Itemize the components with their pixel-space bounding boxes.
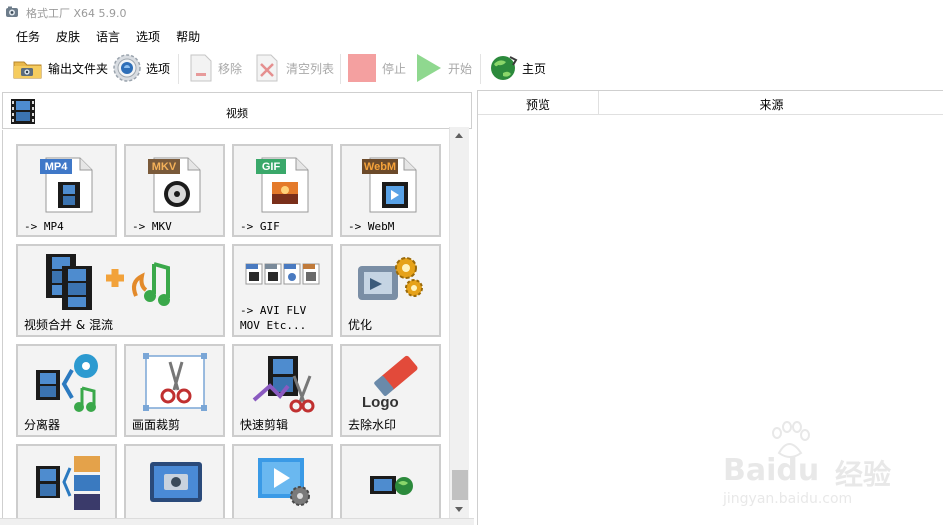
toolbar-divider <box>340 54 341 84</box>
scroll-up-arrow-icon[interactable] <box>455 133 463 138</box>
format-factory-window: 格式工厂 X64 5.9.0 任务 皮肤 语言 选项 帮助 输出文件夹 选项 移… <box>0 0 943 525</box>
scrollbar-thumb[interactable] <box>452 470 468 500</box>
tile-remove-watermark[interactable]: Logo 去除水印 <box>340 344 441 437</box>
splitter-icon <box>36 354 98 412</box>
tile-crop[interactable]: 画面裁剪 <box>124 344 225 437</box>
tile-quick-cut[interactable]: 快速剪辑 <box>232 344 333 437</box>
options-button[interactable]: 选项 <box>112 52 170 84</box>
home-label: 主页 <box>522 61 547 76</box>
app-icon <box>6 6 18 17</box>
tile-label: -> MP4 <box>24 220 64 233</box>
menu-task[interactable]: 任务 <box>0 26 48 46</box>
column-header-preview[interactable]: 预览 <box>478 96 598 113</box>
gear-icon <box>113 54 141 82</box>
remove-label: 移除 <box>218 61 243 76</box>
output-folder-label: 输出文件夹 <box>48 61 109 76</box>
column-header-source[interactable]: 来源 <box>599 96 943 113</box>
menu-skin[interactable]: 皮肤 <box>48 26 88 46</box>
stop-label: 停止 <box>382 61 407 76</box>
tile-label: 画面裁剪 <box>132 418 181 432</box>
toolbar: 输出文件夹 选项 移除 清空列表 停止 开始 主页 <box>0 48 943 88</box>
tile-video-download[interactable] <box>340 444 441 525</box>
options-label: 选项 <box>146 61 171 76</box>
tile-to-gif[interactable]: GIF -> GIF <box>232 144 333 237</box>
clear-list-button[interactable]: 清空列表 <box>254 52 334 84</box>
tool-grid: MP4 -> MP4 MKV -> MKV GIF -> GIF WebM ->… <box>2 130 472 525</box>
menu-bar: 任务 皮肤 语言 选项 帮助 <box>0 26 208 46</box>
tile-to-mkv[interactable]: MKV -> MKV <box>124 144 225 237</box>
category-video-header[interactable]: 视频 <box>2 92 472 129</box>
tile-to-avi-flv-mov[interactable]: -> AVI FLV MOV Etc... <box>232 244 333 337</box>
next-category-strip[interactable] <box>0 518 474 525</box>
webm-file-icon: WebM <box>362 157 417 213</box>
tile-screen-record[interactable] <box>124 444 225 525</box>
tile-label: 去除水印 <box>348 418 397 432</box>
tile-label-line2: MOV Etc... <box>240 319 307 332</box>
clear-list-label: 清空列表 <box>286 61 335 76</box>
webm-badge-text: WebM <box>364 161 396 173</box>
tile-to-webm[interactable]: WebM -> WebM <box>340 144 441 237</box>
title-bar: 格式工厂 X64 5.9.0 <box>0 0 943 24</box>
merge-mux-icon <box>46 254 170 310</box>
clear-list-icon <box>256 54 278 82</box>
baidu-jingyan-watermark: Baidu 经验 jingyan.baidu.com <box>723 421 933 516</box>
window-title: 格式工厂 X64 5.9.0 <box>26 7 127 20</box>
start-button[interactable]: 开始 <box>414 52 472 84</box>
menu-help[interactable]: 帮助 <box>168 26 208 46</box>
tile-optimize[interactable]: 优化 <box>340 244 441 337</box>
multi-format-icon <box>245 263 320 285</box>
mp4-badge-text: MP4 <box>45 161 69 173</box>
screen-recorder-icon <box>150 462 202 502</box>
function-panel: 视频 MP4 -> MP4 MKV -> MKV GIF -> GIF WebM… <box>0 90 474 525</box>
toolbar-divider <box>178 54 179 84</box>
tile-label: 快速剪辑 <box>240 418 289 432</box>
start-label: 开始 <box>448 61 473 76</box>
tile-to-mp4[interactable]: MP4 -> MP4 <box>16 144 117 237</box>
task-list-panel: 预览 来源 Baidu 经验 jingyan.baidu.com <box>477 90 943 525</box>
folder-camera-icon <box>13 61 42 79</box>
mp4-file-icon: MP4 <box>40 157 93 213</box>
gif-file-icon: GIF <box>256 157 309 213</box>
remove-document-icon <box>190 54 212 82</box>
video-globe-icon <box>370 476 413 495</box>
tile-video-merge[interactable]: 视频合并 & 混流 <box>16 244 225 337</box>
menu-options[interactable]: 选项 <box>128 26 168 46</box>
quick-cut-icon <box>252 356 315 413</box>
remove-button[interactable]: 移除 <box>188 52 242 84</box>
video-gear-icon <box>258 458 310 506</box>
output-folder-button[interactable]: 输出文件夹 <box>12 52 108 84</box>
menu-language[interactable]: 语言 <box>88 26 128 46</box>
tile-label: 分离器 <box>24 418 61 432</box>
tile-splitter[interactable]: 分离器 <box>16 344 117 437</box>
eraser-logo-icon: Logo <box>362 355 418 411</box>
tile-label: -> MKV <box>132 220 172 233</box>
home-button[interactable]: 主页 <box>488 52 546 84</box>
watermark-url: jingyan.baidu.com <box>723 491 853 507</box>
tile-video-to-images[interactable] <box>16 444 117 525</box>
scroll-down-arrow-icon[interactable] <box>455 507 463 512</box>
crop-scissors-icon <box>143 353 207 411</box>
tile-label: -> WebM <box>348 220 395 233</box>
gif-badge-text: GIF <box>262 161 281 173</box>
mkv-file-icon: MKV <box>148 157 201 213</box>
category-title: 视频 <box>226 107 248 120</box>
toolbar-divider <box>480 54 481 84</box>
tile-label: 视频合并 & 混流 <box>24 318 113 332</box>
globe-icon <box>491 56 518 80</box>
watermark-brand: Baidu <box>723 453 820 488</box>
logo-text: Logo <box>362 394 399 411</box>
tile-label-line1: -> AVI FLV <box>240 304 307 317</box>
play-icon <box>417 54 441 82</box>
video-to-pictures-icon <box>36 456 100 510</box>
tile-label: 优化 <box>348 318 373 332</box>
tool-grid-scrollbar[interactable] <box>449 127 469 518</box>
stop-icon <box>348 54 376 82</box>
stop-button[interactable]: 停止 <box>346 52 406 84</box>
watermark-brand-cn: 经验 <box>835 458 892 491</box>
mkv-badge-text: MKV <box>152 161 177 173</box>
task-list-header: 预览 来源 <box>478 91 943 115</box>
tile-video-settings[interactable] <box>232 444 333 525</box>
tile-label: -> GIF <box>240 220 280 233</box>
optimize-gears-icon <box>358 257 423 300</box>
